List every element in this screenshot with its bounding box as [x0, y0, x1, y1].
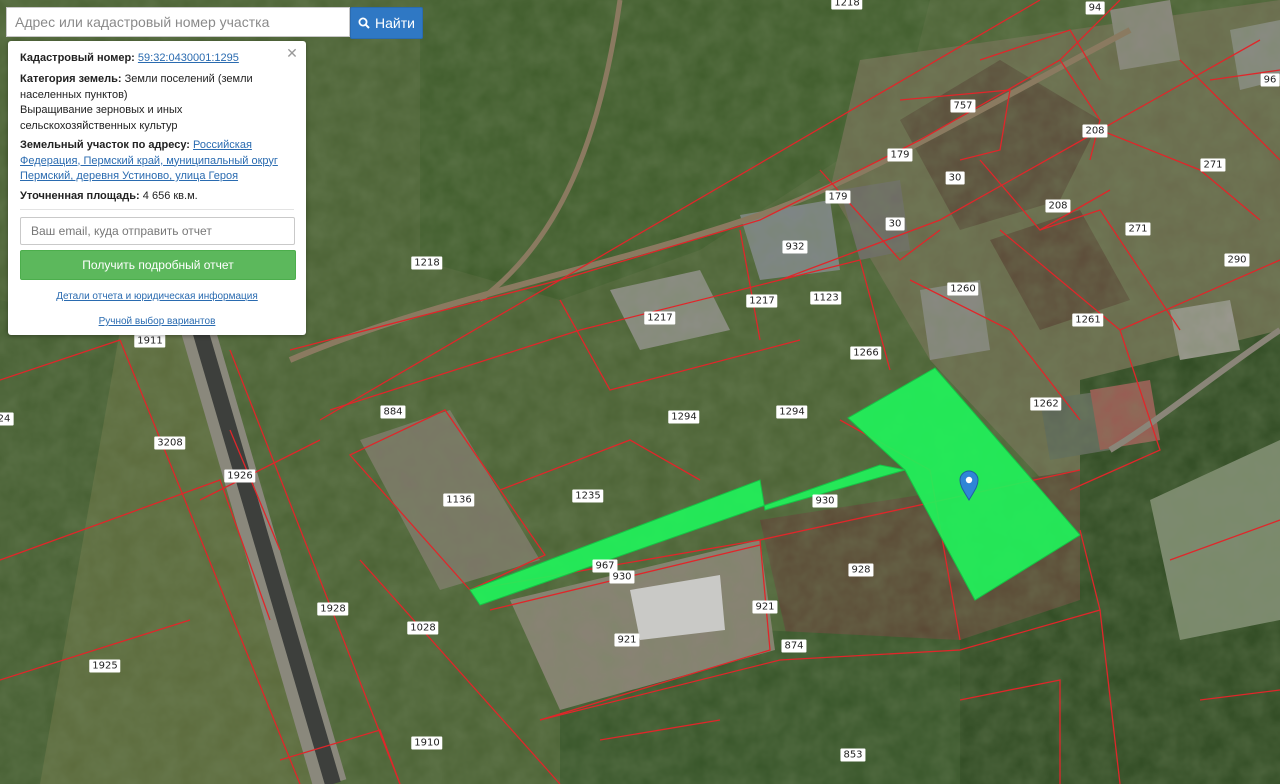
search-input[interactable] — [6, 7, 350, 37]
parcel-number-label: 928 — [848, 563, 874, 577]
address-row: Земельный участок по адресу: Российская … — [20, 138, 290, 185]
parcel-number-label: 874 — [781, 639, 807, 653]
category-row: Категория земель: Земли поселений (земли… — [20, 72, 290, 134]
get-report-button[interactable]: Получить подробный отчет — [20, 250, 296, 280]
parcel-number-label: 1235 — [572, 489, 604, 503]
category-label: Категория земель: — [20, 73, 122, 85]
parcel-number-label: 853 — [840, 748, 866, 762]
parcel-number-label: 921 — [614, 633, 640, 647]
parcel-number-label: 1294 — [776, 405, 808, 419]
manual-selection-link[interactable]: Ручной выбор вариантов — [8, 316, 306, 327]
parcel-number-label: 96 — [1260, 73, 1280, 87]
parcel-number-label: 1123 — [810, 291, 842, 305]
parcel-number-label: 3208 — [154, 436, 186, 450]
parcel-number-label: 1266 — [850, 346, 882, 360]
area-label: Уточненная площадь: — [20, 190, 140, 202]
parcel-number-label: 1262 — [1030, 397, 1062, 411]
parcel-number-label: 94 — [1085, 1, 1105, 15]
parcel-number-label: 24 — [0, 412, 14, 426]
cadastral-label: Кадастровый номер: — [20, 52, 135, 64]
parcel-number-label: 1217 — [746, 294, 778, 308]
email-field[interactable] — [20, 217, 295, 245]
parcel-number-label: 1260 — [947, 282, 979, 296]
parcel-number-label: 1261 — [1072, 313, 1104, 327]
parcel-info-panel: ✕ Кадастровый номер: 59:32:0430001:1295 … — [8, 41, 306, 335]
search-button-label: Найти — [375, 15, 415, 31]
parcel-number-label: 757 — [950, 99, 976, 113]
parcel-number-label: 1218 — [831, 0, 863, 10]
parcel-number-label: 179 — [825, 190, 851, 204]
report-details-link[interactable]: Детали отчета и юридическая информация — [8, 291, 306, 302]
parcel-number-label: 921 — [752, 600, 778, 614]
divider — [20, 209, 294, 210]
parcel-number-label: 1294 — [668, 410, 700, 424]
parcel-number-label: 271 — [1200, 158, 1226, 172]
parcel-number-label: 1910 — [411, 736, 443, 750]
parcel-number-label: 1136 — [443, 493, 475, 507]
parcel-number-label: 30 — [945, 171, 965, 185]
parcel-number-label: 271 — [1125, 222, 1151, 236]
parcel-number-label: 932 — [782, 240, 808, 254]
cadastral-row: Кадастровый номер: 59:32:0430001:1295 — [20, 51, 290, 67]
parcel-number-label: 1925 — [89, 659, 121, 673]
search-button[interactable]: Найти — [350, 7, 423, 39]
parcel-number-label: 1218 — [411, 256, 443, 270]
parcel-number-label: 30 — [885, 217, 905, 231]
area-row: Уточненная площадь: 4 656 кв.м. — [20, 189, 290, 205]
parcel-number-label: 179 — [887, 148, 913, 162]
parcel-number-label: 208 — [1045, 199, 1071, 213]
parcel-number-label: 930 — [812, 494, 838, 508]
parcel-number-label: 208 — [1082, 124, 1108, 138]
parcel-number-label: 1217 — [644, 311, 676, 325]
cadastral-number-link[interactable]: 59:32:0430001:1295 — [138, 52, 239, 64]
address-label: Земельный участок по адресу: — [20, 139, 190, 151]
parcel-number-label: 884 — [380, 405, 406, 419]
area-value: 4 656 кв.м. — [142, 190, 198, 202]
parcel-number-label: 930 — [609, 570, 635, 584]
parcel-number-label: 1928 — [317, 602, 349, 616]
parcel-number-label: 1911 — [134, 334, 166, 348]
parcel-number-label: 1028 — [407, 621, 439, 635]
usage-value: Выращивание зерновых и иных сельскохозяй… — [20, 104, 183, 132]
parcel-number-label: 1926 — [224, 469, 256, 483]
search-icon — [358, 17, 370, 29]
parcel-number-label: 290 — [1224, 253, 1250, 267]
